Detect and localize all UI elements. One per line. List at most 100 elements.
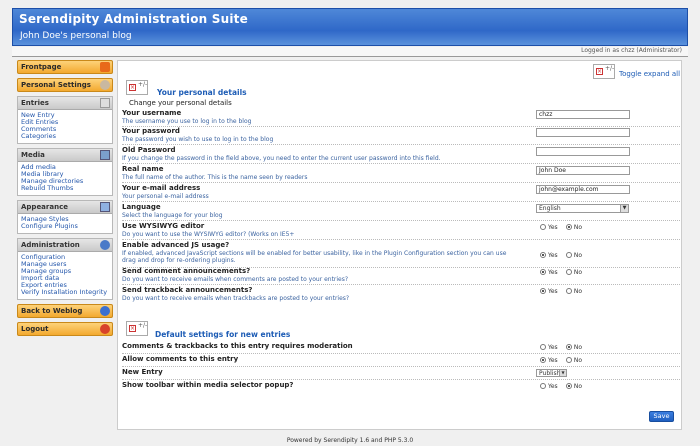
- app-title: Serendipity Administration Suite: [19, 12, 248, 26]
- comment-announce-yes-label: Yes: [548, 268, 558, 276]
- wysiwyg-yes-label: Yes: [548, 223, 558, 231]
- sidebar-link-verify-installation[interactable]: Verify Installation Integrity: [21, 289, 109, 296]
- moderation-yes-label: Yes: [548, 343, 558, 351]
- email-desc: Your personal e-mail address: [122, 193, 209, 200]
- sidebar-administration-title: Administration: [21, 241, 80, 249]
- sidebar-administration-panel: Administration Configuration Manage user…: [17, 238, 113, 300]
- username-desc: The username you use to log in to the bl…: [122, 118, 252, 125]
- advanced-js-yes-label: Yes: [548, 251, 558, 259]
- sidebar-back-to-weblog[interactable]: Back to Weblog: [17, 304, 113, 318]
- sidebar-back-label: Back to Weblog: [21, 307, 83, 315]
- row-wysiwyg: Use WYSIWYG editor Do you want to use th…: [122, 222, 680, 240]
- sidebar-personal-settings[interactable]: Personal Settings: [17, 78, 113, 92]
- comment-announce-desc: Do you want to receive emails when comme…: [122, 276, 349, 283]
- sidebar-frontpage-label: Frontpage: [21, 63, 62, 71]
- media-toolbar-yes-radio[interactable]: [540, 383, 546, 389]
- trackback-announce-no-radio[interactable]: [565, 288, 572, 294]
- advanced-js-no-label: No: [573, 251, 583, 259]
- sidebar-frontpage[interactable]: Frontpage: [17, 60, 113, 74]
- allow-comments-yes-label: Yes: [548, 356, 558, 364]
- trackback-announce-yes-label: Yes: [548, 287, 558, 295]
- logout-icon: [100, 324, 110, 334]
- row-comment-announce: Send comment announcements? Do you want …: [122, 267, 680, 285]
- toggle-expand-all[interactable]: Toggle expand all: [619, 70, 680, 78]
- allow-comments-yes-radio[interactable]: [540, 357, 546, 363]
- wysiwyg-desc: Do you want to use the WYSIWYG editor? (…: [122, 231, 295, 238]
- password-desc: The password you wish to use to log in t…: [122, 136, 274, 143]
- password-input[interactable]: [536, 128, 630, 137]
- sidebar-logout[interactable]: Logout: [17, 322, 113, 336]
- entries-icon: [100, 98, 110, 108]
- trackback-announce-yes-radio[interactable]: [540, 288, 546, 294]
- administration-icon: [100, 240, 110, 250]
- collapse-personal-icon[interactable]: × +/-: [126, 80, 148, 95]
- defaults-section-title: Default settings for new entries: [155, 330, 291, 339]
- row-advanced-js: Enable advanced JS usage? If enabled, ad…: [122, 241, 680, 268]
- comment-announce-no-label: No: [573, 268, 583, 276]
- chevron-down-icon: ▼: [559, 370, 566, 376]
- real-name-desc: The full name of the author. This is the…: [122, 174, 308, 181]
- trackback-announce-desc: Do you want to receive emails when track…: [122, 295, 350, 302]
- media-icon: [100, 150, 110, 160]
- sidebar-link-rebuild-thumbs[interactable]: Rebuild Thumbs: [21, 185, 109, 192]
- row-language: Language Select the language for your bl…: [122, 203, 680, 221]
- row-new-entry-status: New Entry Publish ▼: [122, 368, 680, 380]
- sidebar-appearance-header: Appearance: [18, 201, 112, 214]
- trackback-announce-no-label: No: [573, 287, 583, 295]
- toggle-all-icon[interactable]: × +/-: [593, 64, 615, 79]
- advanced-js-desc: If enabled, advanced JavaScript sections…: [122, 250, 507, 264]
- moderation-no-radio[interactable]: [565, 344, 572, 350]
- app-header: Serendipity Administration Suite John Do…: [12, 8, 688, 46]
- row-old-password: Old Password If you change the password …: [122, 146, 680, 164]
- chevron-down-icon: ▼: [620, 205, 628, 212]
- media-toolbar-no-radio[interactable]: [565, 383, 572, 389]
- sidebar-media-panel: Media Add media Media library Manage dir…: [17, 148, 113, 196]
- save-button[interactable]: Save: [649, 411, 674, 422]
- moderation-no-label: No: [573, 343, 583, 351]
- logged-in-bar: Logged in as chzz (Administrator): [12, 47, 688, 57]
- sidebar-link-categories[interactable]: Categories: [21, 133, 109, 140]
- wysiwyg-no-label: No: [573, 223, 583, 231]
- old-password-input[interactable]: [536, 147, 630, 156]
- media-toolbar-yes-label: Yes: [548, 382, 558, 390]
- wysiwyg-no-radio[interactable]: [565, 224, 572, 230]
- sidebar: Frontpage Personal Settings Entries New …: [17, 60, 113, 340]
- wysiwyg-yes-radio[interactable]: [540, 224, 546, 230]
- sidebar-entries-panel: Entries New Entry Edit Entries Comments …: [17, 96, 113, 144]
- sidebar-entries-title: Entries: [21, 99, 49, 107]
- row-media-toolbar: Show toolbar within media selector popup…: [122, 381, 640, 390]
- old-password-desc: If you change the password in the field …: [122, 155, 441, 162]
- arrow-right-icon: [100, 306, 110, 316]
- advanced-js-yes-radio[interactable]: [540, 252, 546, 258]
- advanced-js-no-radio[interactable]: [565, 252, 572, 258]
- allow-comments-no-label: No: [573, 356, 583, 364]
- row-trackback-announce: Send trackback announcements? Do you wan…: [122, 286, 640, 302]
- sidebar-media-title: Media: [21, 151, 45, 159]
- row-allow-comments: Allow comments to this entry Yes No: [122, 355, 680, 367]
- appearance-icon: [100, 202, 110, 212]
- username-input[interactable]: chzz: [536, 110, 630, 119]
- sidebar-administration-header: Administration: [18, 239, 112, 252]
- email-input[interactable]: john@example.com: [536, 185, 630, 194]
- main-content: × +/- Toggle expand all × +/- Your persona…: [117, 60, 682, 430]
- sidebar-link-configure-plugins[interactable]: Configure Plugins: [21, 223, 109, 230]
- advanced-js-label: Enable advanced JS usage?: [122, 241, 230, 249]
- row-username: Your username The username you use to lo…: [122, 109, 680, 127]
- sidebar-entries-header: Entries: [18, 97, 112, 110]
- comment-announce-yes-radio[interactable]: [540, 269, 546, 275]
- footer: Powered by Serendipity 1.6 and PHP 5.3.0: [286, 437, 414, 444]
- media-toolbar-no-label: No: [573, 382, 583, 390]
- user-icon: [100, 80, 110, 90]
- comment-announce-no-radio[interactable]: [565, 269, 572, 275]
- language-select[interactable]: English ▼: [536, 204, 629, 213]
- allow-comments-no-radio[interactable]: [565, 357, 572, 363]
- new-entry-select[interactable]: Publish ▼: [536, 369, 567, 377]
- real-name-input[interactable]: John Doe: [536, 166, 630, 175]
- personal-section-subtitle: Change your personal details: [129, 99, 232, 107]
- row-email: Your e-mail address Your personal e-mail…: [122, 184, 680, 202]
- sidebar-personal-settings-label: Personal Settings: [21, 81, 91, 89]
- row-real-name: Real name The full name of the author. T…: [122, 165, 680, 183]
- sidebar-media-header: Media: [18, 149, 112, 162]
- collapse-defaults-icon[interactable]: × +/-: [126, 321, 148, 336]
- moderation-yes-radio[interactable]: [540, 344, 546, 350]
